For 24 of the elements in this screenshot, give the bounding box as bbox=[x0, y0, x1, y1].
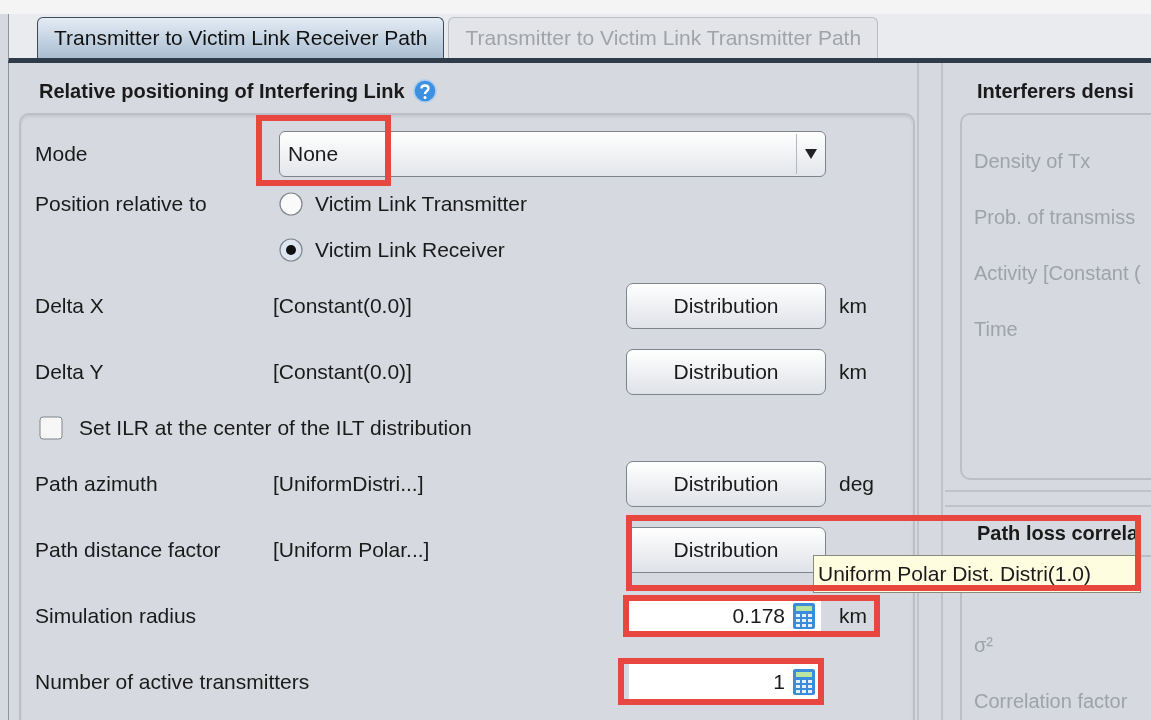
field-label: Path azimuth bbox=[35, 471, 158, 498]
field-label: Number of active transmitters bbox=[35, 669, 310, 696]
unit-label: km bbox=[839, 294, 868, 318]
field-label: Prob. of transmiss bbox=[974, 204, 1137, 230]
distribution-value: [Constant(0.0)] bbox=[273, 294, 413, 318]
field-label: Position relative to bbox=[35, 191, 207, 217]
field-label: Time bbox=[974, 316, 1019, 342]
unit-label: km bbox=[839, 360, 868, 384]
unit-label: deg bbox=[839, 472, 876, 496]
field-label: Path distance factor bbox=[35, 537, 221, 564]
field-label: Delta X bbox=[35, 293, 104, 320]
field-label: Simulation radius bbox=[35, 603, 197, 630]
field-label: Correlation factor bbox=[974, 688, 1129, 714]
field-label: Activity [Constant ( bbox=[974, 260, 1142, 286]
unit-label: km bbox=[839, 604, 868, 628]
section-title: Relative positioning of Interfering Link bbox=[39, 79, 405, 103]
field-label: σ² bbox=[974, 632, 994, 658]
field-label: Delta Y bbox=[35, 359, 104, 386]
field-label: Mode bbox=[35, 141, 88, 168]
distribution-value: [UniformDistri...] bbox=[273, 472, 425, 496]
distribution-value: [Uniform Polar...] bbox=[273, 538, 431, 562]
field-label: Density of Tx bbox=[974, 148, 1092, 174]
section-title: Interferers densi bbox=[977, 79, 1134, 103]
distribution-value: [Constant(0.0)] bbox=[273, 360, 413, 384]
